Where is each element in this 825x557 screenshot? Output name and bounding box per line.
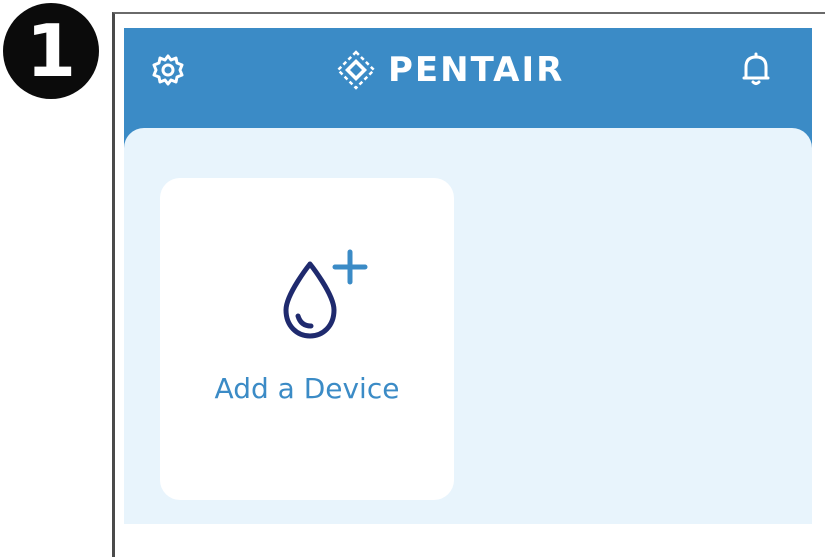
bell-icon xyxy=(742,52,770,85)
phone-screen: PENTAIR Add a Device xyxy=(112,12,825,557)
water-drop-plus-icon xyxy=(283,249,368,339)
add-device-label: Add a Device xyxy=(214,372,400,405)
add-device-button[interactable]: Add a Device xyxy=(160,178,454,500)
brand: PENTAIR xyxy=(336,46,564,94)
step-number-badge: 1 xyxy=(3,3,99,99)
notifications-button[interactable] xyxy=(734,48,778,92)
device-list-panel: Add a Device xyxy=(124,128,812,524)
gear-icon xyxy=(152,54,184,86)
pentair-diamond-logo-icon xyxy=(336,50,376,90)
settings-button[interactable] xyxy=(146,48,190,92)
brand-name: PENTAIR xyxy=(388,50,565,90)
